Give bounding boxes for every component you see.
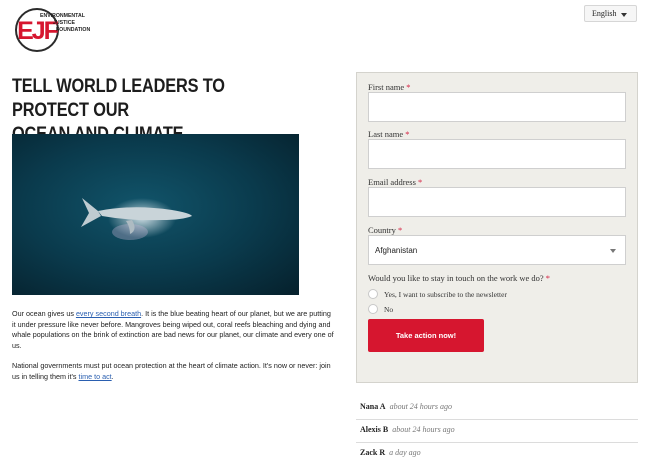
page-title-line-1: TELL WORLD LEADERS TO PROTECT OUR bbox=[12, 76, 225, 121]
intro-paragraph: Our ocean gives us every second breath. … bbox=[12, 309, 334, 351]
newsletter-no-label: No bbox=[384, 304, 394, 314]
signature-time: about 24 hours ago bbox=[392, 425, 455, 434]
svg-text:JUSTICE: JUSTICE bbox=[53, 20, 75, 26]
signature-item: Alexis B about 24 hours ago bbox=[356, 421, 638, 443]
take-action-button[interactable]: Take action now! bbox=[368, 319, 484, 352]
newsletter-no-option[interactable]: No bbox=[368, 304, 393, 314]
petition-form: First name * Last name * Email address *… bbox=[356, 72, 638, 383]
signature-item: Zack R a day ago bbox=[356, 444, 638, 465]
first-name-label: First name * bbox=[368, 82, 411, 92]
signer-name: Alexis B bbox=[360, 425, 389, 434]
ejf-logo-mark: EJF ENVIRONMENTAL JUSTICE FOUNDATION bbox=[15, 8, 90, 52]
newsletter-yes-option[interactable]: Yes, I want to subscribe to the newslett… bbox=[368, 289, 507, 299]
language-select-value: English bbox=[592, 9, 617, 18]
email-label: Email address * bbox=[368, 177, 423, 187]
email-input[interactable] bbox=[368, 187, 626, 217]
every-second-breath-link[interactable]: every second breath bbox=[76, 309, 141, 318]
newsletter-yes-radio[interactable] bbox=[368, 289, 378, 299]
first-name-input[interactable] bbox=[368, 92, 626, 122]
signer-name: Nana A bbox=[360, 402, 386, 411]
hero-image bbox=[12, 134, 299, 295]
cta-text-start: National governments must put ocean prot… bbox=[12, 361, 331, 381]
signature-time: a day ago bbox=[389, 448, 421, 457]
last-name-label: Last name * bbox=[368, 129, 410, 139]
last-name-input[interactable] bbox=[368, 139, 626, 169]
newsletter-yes-label: Yes, I want to subscribe to the newslett… bbox=[384, 289, 507, 299]
signature-time: about 24 hours ago bbox=[389, 402, 453, 411]
time-to-act-link[interactable]: time to act bbox=[79, 372, 112, 381]
cta-text-end: . bbox=[111, 371, 114, 381]
country-select[interactable]: Afghanistan bbox=[368, 235, 626, 265]
call-to-action-paragraph: National governments must put ocean prot… bbox=[12, 361, 334, 382]
signer-name: Zack R bbox=[360, 448, 386, 457]
newsletter-question: Would you like to stay in touch on the w… bbox=[368, 273, 551, 283]
intro-text-start: Our ocean gives us bbox=[12, 309, 76, 318]
ejf-logo[interactable]: EJF ENVIRONMENTAL JUSTICE FOUNDATION bbox=[14, 7, 96, 53]
newsletter-no-radio[interactable] bbox=[368, 304, 378, 314]
chevron-down-icon bbox=[610, 249, 616, 253]
svg-text:ENVIRONMENTAL: ENVIRONMENTAL bbox=[40, 13, 86, 19]
signature-item: Nana A about 24 hours ago bbox=[356, 398, 638, 420]
chevron-down-icon bbox=[621, 13, 627, 17]
language-select[interactable]: English bbox=[584, 5, 637, 22]
country-label: Country * bbox=[368, 225, 403, 235]
svg-text:FOUNDATION: FOUNDATION bbox=[56, 27, 90, 33]
country-select-value: Afghanistan bbox=[375, 245, 418, 255]
